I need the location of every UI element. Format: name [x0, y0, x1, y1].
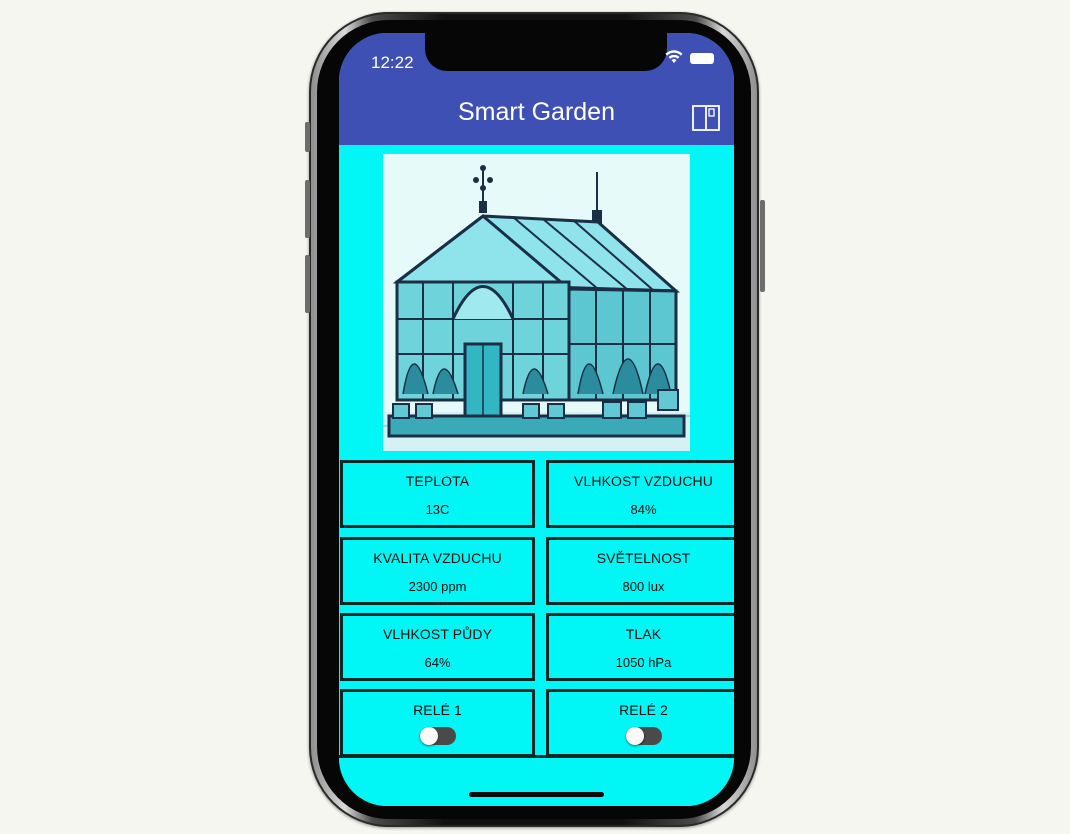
toggle-knob: [419, 727, 438, 745]
toggle-knob: [625, 727, 644, 745]
relay-1-toggle[interactable]: [419, 727, 456, 745]
app-header: 12:22 Smart Garden: [339, 33, 734, 145]
wifi-icon: [665, 50, 683, 63]
sensor-value: 1050 hPa: [615, 655, 672, 670]
power-button: [760, 200, 765, 292]
sensor-value: 13C: [425, 502, 450, 517]
sensor-label: KVALITA VZDUCHU: [373, 550, 502, 566]
battery-icon: [690, 53, 714, 64]
relay-label: RELÉ 2: [619, 702, 668, 718]
sensor-label: VLHKOST VZDUCHU: [574, 473, 713, 489]
sensor-value: 2300 ppm: [408, 579, 467, 594]
notch: [425, 33, 667, 71]
sensor-value: 800 lux: [622, 579, 665, 594]
relay-card-2: RELÉ 2: [546, 689, 734, 757]
sensor-value: 84%: [630, 502, 657, 517]
sensor-label: SVĚTELNOST: [596, 550, 691, 566]
status-time: 12:22: [371, 53, 414, 72]
volume-up-button: [305, 180, 310, 238]
sensor-card-teplota: TEPLOTA 13C: [340, 460, 535, 528]
bottom-bar: [339, 755, 734, 806]
sensor-card-svetelnost: SVĚTELNOST 800 lux: [546, 537, 734, 605]
sensor-card-vlhkost-pudy: VLHKOST PŮDY 64%: [340, 613, 535, 681]
greenhouse-illustration: [383, 154, 690, 451]
volume-down-button: [305, 255, 310, 313]
mute-switch: [305, 122, 310, 152]
sensor-card-vlhkost-vzduchu: VLHKOST VZDUCHU 84%: [546, 460, 734, 528]
home-indicator[interactable]: [469, 792, 604, 797]
relay-card-1: RELÉ 1: [340, 689, 535, 757]
book-icon[interactable]: [691, 103, 721, 133]
sensor-card-tlak: TLAK 1050 hPa: [546, 613, 734, 681]
sensor-value: 64%: [424, 655, 451, 670]
phone-screen: 12:22 Smart Garden TEPLOTA 13C VLHKOST V…: [339, 33, 734, 806]
relay-label: RELÉ 1: [413, 702, 462, 718]
sensor-label: VLHKOST PŮDY: [382, 626, 493, 642]
app-title: Smart Garden: [457, 98, 615, 126]
sensor-label: TEPLOTA: [405, 473, 470, 489]
sensor-label: TLAK: [625, 626, 662, 642]
sensor-card-kvalita-vzduchu: KVALITA VZDUCHU 2300 ppm: [340, 537, 535, 605]
relay-2-toggle[interactable]: [625, 727, 662, 745]
